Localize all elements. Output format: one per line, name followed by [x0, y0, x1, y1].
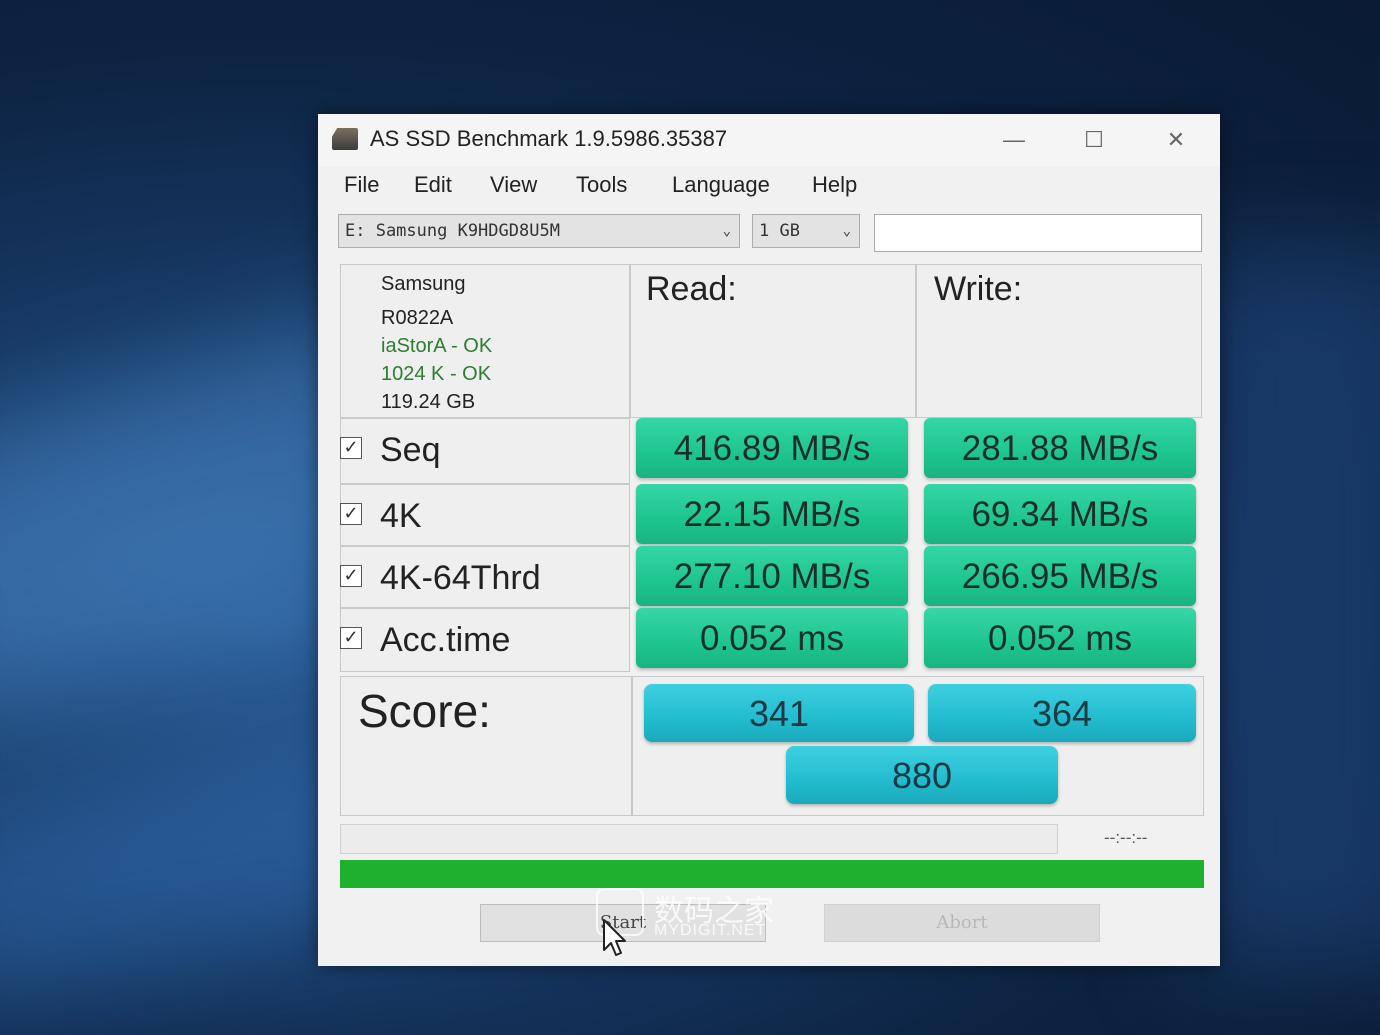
row-acc-time[interactable]: ✓ Acc.time: [340, 610, 510, 670]
seq-checkbox[interactable]: ✓: [340, 437, 362, 460]
acc-time-write-value: 0.052 ms: [924, 608, 1196, 668]
drive-firmware: R0822A: [381, 307, 454, 329]
menu-help[interactable]: Help: [812, 172, 857, 198]
acc-time-checkbox[interactable]: ✓: [340, 627, 362, 650]
drive-info-panel: Samsung R0822A iaStorA - OK 1024 K - OK …: [340, 264, 630, 418]
menu-language[interactable]: Language: [672, 172, 770, 198]
score-read: 341: [644, 684, 914, 742]
menu-view[interactable]: View: [490, 172, 537, 198]
drive-select-value: E: Samsung K9HDGD8U5M: [345, 221, 560, 241]
status-bar: [340, 824, 1058, 854]
size-select[interactable]: 1 GB ⌄: [752, 214, 860, 248]
minimize-button[interactable]: —: [994, 122, 1034, 158]
drive-vendor: Samsung: [381, 273, 466, 295]
maximize-button[interactable]: ☐: [1074, 122, 1114, 158]
driver-status: iaStorA - OK: [381, 335, 493, 357]
write-header: Write:: [934, 270, 1023, 308]
row-seq[interactable]: ✓ Seq: [340, 420, 441, 480]
acc-time-read-value: 0.052 ms: [636, 608, 908, 668]
progress-fill: [340, 860, 1204, 888]
drive-icon: [332, 128, 358, 150]
as-ssd-window: AS SSD Benchmark 1.9.5986.35387 — ☐ ✕ Fi…: [318, 114, 1220, 966]
drive-select[interactable]: E: Samsung K9HDGD8U5M ⌄: [338, 214, 740, 248]
window-title: AS SSD Benchmark 1.9.5986.35387: [370, 126, 728, 151]
size-select-value: 1 GB: [759, 221, 800, 241]
abort-button[interactable]: Abort: [824, 904, 1100, 942]
4k-read-value: 22.15 MB/s: [636, 484, 908, 544]
menu-edit[interactable]: Edit: [414, 172, 452, 198]
seq-write-value: 281.88 MB/s: [924, 418, 1196, 478]
4k-64thrd-checkbox[interactable]: ✓: [340, 565, 362, 588]
elapsed-time: --:--:--: [1104, 828, 1148, 847]
read-header: Read:: [646, 270, 737, 308]
score-label: Score:: [358, 685, 491, 737]
alignment-status: 1024 K - OK: [381, 363, 492, 385]
4k-checkbox[interactable]: ✓: [340, 503, 362, 526]
4k-write-value: 69.34 MB/s: [924, 484, 1196, 544]
menu-file[interactable]: File: [344, 172, 379, 198]
chevron-down-icon: ⌄: [842, 223, 851, 239]
score-write: 364: [928, 684, 1196, 742]
chevron-down-icon: ⌄: [722, 223, 731, 239]
seq-read-value: 416.89 MB/s: [636, 418, 908, 478]
menu-tools[interactable]: Tools: [576, 172, 627, 198]
row-4k[interactable]: ✓ 4K: [340, 486, 422, 546]
close-button[interactable]: ✕: [1156, 122, 1196, 158]
score-total: 880: [786, 746, 1058, 804]
4k-64thrd-read-value: 277.10 MB/s: [636, 546, 908, 606]
drive-capacity: 119.24 GB: [381, 391, 476, 413]
title-bar[interactable]: AS SSD Benchmark 1.9.5986.35387 — ☐ ✕: [318, 114, 1220, 166]
row-4k-64thrd-label: 4K-64Thrd: [380, 559, 541, 597]
row-4k-64thrd[interactable]: ✓ 4K-64Thrd: [340, 548, 541, 608]
row-acc-time-label: Acc.time: [380, 621, 511, 659]
watermark-en: MYDIGIT.NET: [654, 922, 767, 939]
4k-64thrd-write-value: 266.95 MB/s: [924, 546, 1196, 606]
status-textbox[interactable]: [874, 214, 1202, 252]
mouse-cursor-icon: [603, 919, 626, 956]
progress-bar: [340, 860, 1204, 888]
row-4k-label: 4K: [380, 497, 422, 535]
row-seq-label: Seq: [380, 431, 441, 469]
